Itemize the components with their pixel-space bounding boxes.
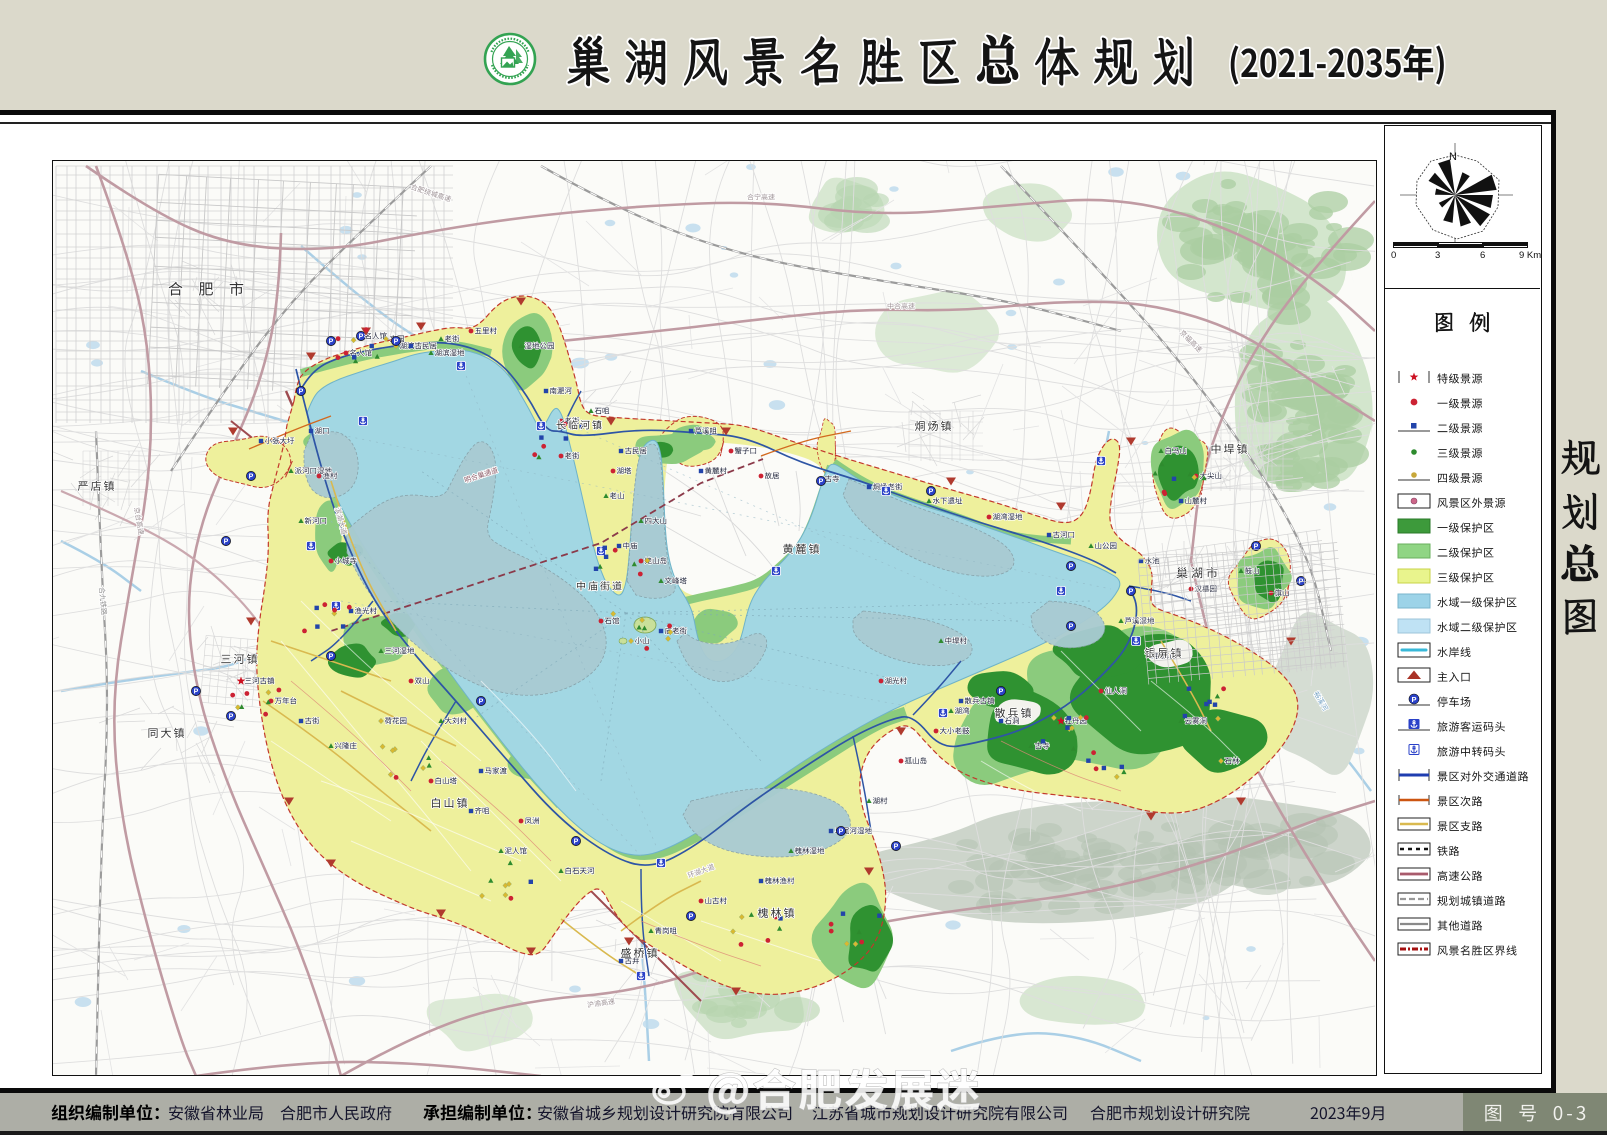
svg-text:P: P <box>1129 589 1134 596</box>
svg-text:P: P <box>839 829 844 836</box>
svg-text:P: P <box>194 689 199 696</box>
svg-text:P: P <box>999 689 1004 696</box>
svg-text:P: P <box>574 839 579 846</box>
svg-text:P: P <box>299 389 304 396</box>
svg-text:P: P <box>1069 564 1074 571</box>
svg-text:P: P <box>224 539 229 546</box>
svg-text:P: P <box>1069 624 1074 631</box>
svg-text:P: P <box>479 699 484 706</box>
svg-text:P: P <box>329 654 334 661</box>
svg-text:P: P <box>1411 695 1416 704</box>
svg-text:P: P <box>894 844 899 851</box>
svg-text:P: P <box>819 479 824 486</box>
svg-text:P: P <box>229 714 234 721</box>
svg-text:P: P <box>689 914 694 921</box>
svg-text:P: P <box>929 489 934 496</box>
svg-text:P: P <box>329 339 334 346</box>
svg-text:P: P <box>394 339 399 346</box>
svg-text:P: P <box>359 334 364 341</box>
svg-text:P: P <box>249 474 254 481</box>
